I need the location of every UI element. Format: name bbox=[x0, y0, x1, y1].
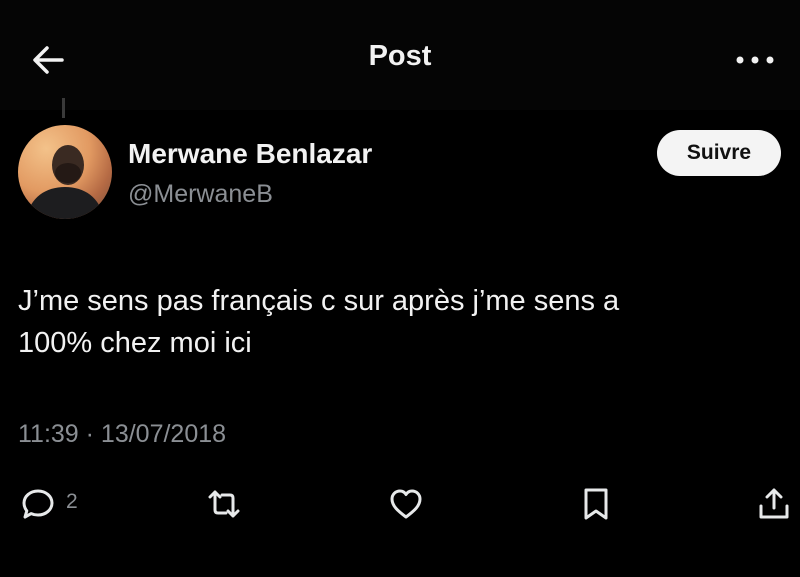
author-handle[interactable]: @MerwaneB bbox=[128, 180, 273, 209]
page-title: Post bbox=[368, 40, 432, 72]
author-name[interactable]: Merwane Benlazar bbox=[128, 138, 372, 170]
more-options-button[interactable] bbox=[730, 50, 780, 70]
reply-count: 2 bbox=[66, 490, 78, 513]
top-bar: Post bbox=[0, 0, 800, 110]
share-button[interactable] bbox=[756, 486, 792, 526]
avatar[interactable] bbox=[18, 125, 112, 219]
bookmark-button[interactable] bbox=[578, 486, 614, 526]
retweet-icon bbox=[208, 490, 240, 518]
bookmark-icon bbox=[584, 488, 608, 520]
retweet-button[interactable] bbox=[206, 486, 242, 526]
avatar-image bbox=[26, 145, 104, 219]
reply-icon bbox=[22, 489, 54, 519]
follow-button[interactable]: Suivre bbox=[657, 130, 781, 176]
tweet-timestamp: 11:39 · 13/07/2018 bbox=[18, 420, 227, 448]
thread-line bbox=[62, 98, 65, 118]
tweet-text-line: 100% chez moi ici bbox=[18, 327, 252, 359]
more-horizontal-icon bbox=[736, 56, 774, 64]
like-button[interactable] bbox=[388, 486, 424, 526]
heart-icon bbox=[390, 489, 422, 519]
tweet-text: J’me sens pas français c sur après j’me … bbox=[18, 280, 778, 364]
reply-button[interactable]: 2 bbox=[20, 486, 78, 526]
tweet-text-line: J’me sens pas français c sur après j’me … bbox=[18, 285, 620, 317]
share-icon bbox=[759, 488, 789, 519]
